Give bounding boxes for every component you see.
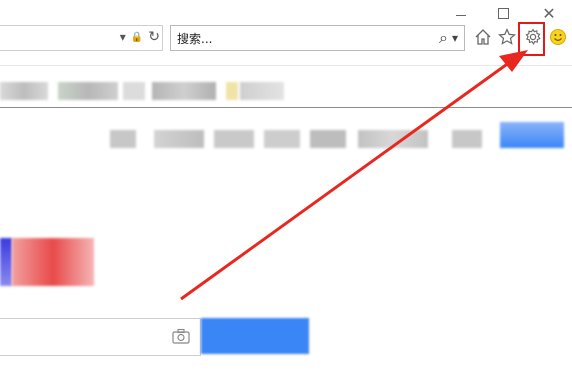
annotation-arrow [180, 50, 528, 301]
